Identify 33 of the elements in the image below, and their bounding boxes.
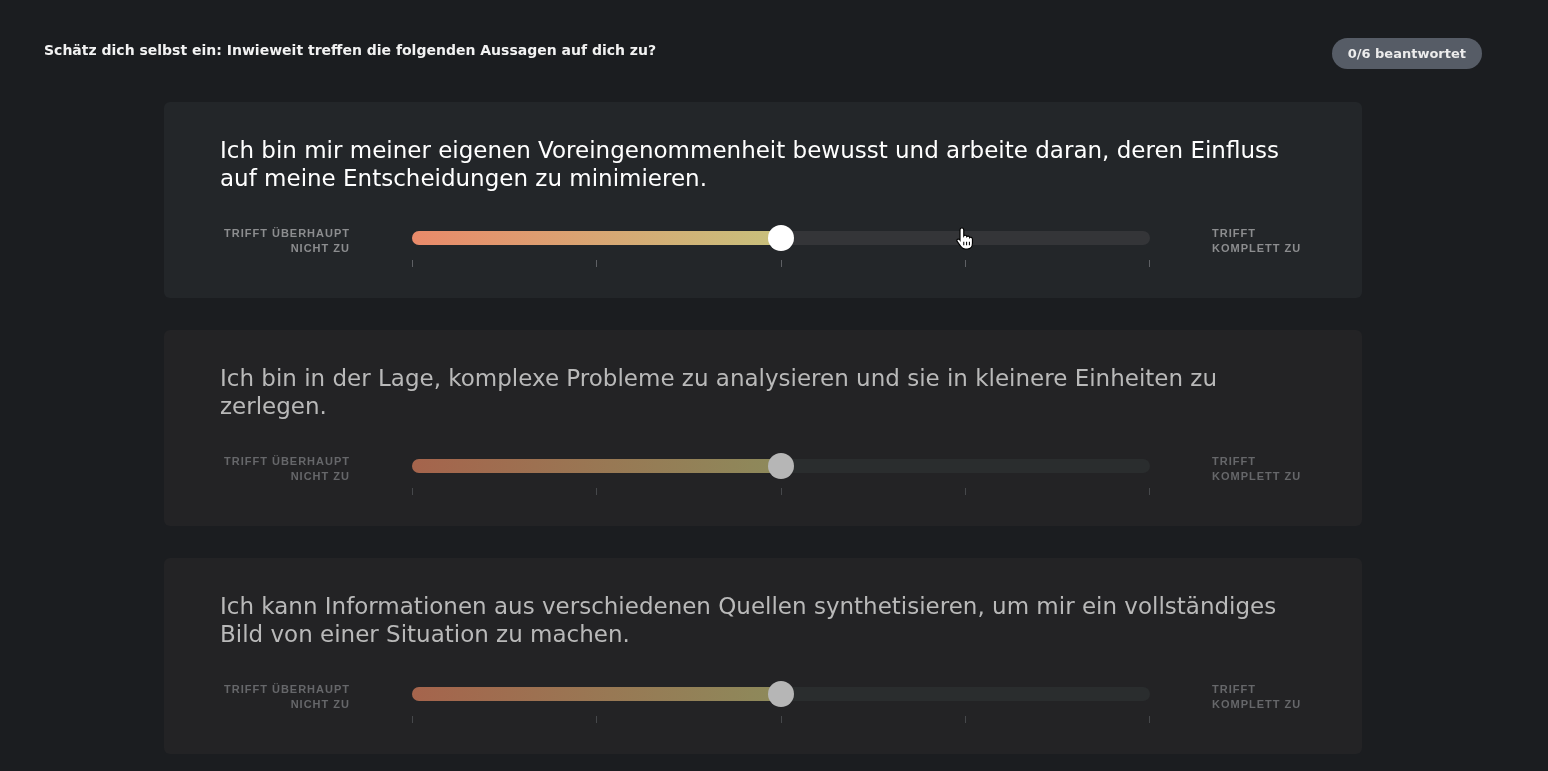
tick-mark [964,260,966,267]
scale-max-label: TRIFFT KOMPLETT ZU [1212,682,1303,712]
tick-mark [412,260,413,267]
tick-mark [1149,488,1150,495]
tick-mark [780,716,782,723]
tick-mark [412,716,413,723]
tick-mark [1149,260,1150,267]
progress-badge: 0/6 beantwortet [1331,38,1482,69]
tick-mark [964,488,966,495]
tick-mark [596,488,598,495]
slider-track[interactable] [412,453,1150,479]
scale-min-label: TRIFFT ÜBERHAUPT NICHT ZU [223,682,350,712]
tick-mark [412,488,413,495]
question-text: Ich kann Informationen aus verschiedenen Quellen synthetisieren, um mir ein vollständiges Bild von einer Situation zu machen. [220,592,1278,648]
scale-max-label: TRIFFT KOMPLETT ZU [1212,226,1303,256]
scale-max-label: TRIFFT KOMPLETT ZU [1212,454,1303,484]
slider-thumb[interactable] [768,453,794,479]
tick-mark [596,716,598,723]
slider-track[interactable] [412,681,1150,707]
page-title: Schätz dich selbst ein: Inwieweit treffen die folgenden Aussagen auf dich zu? [44,41,657,60]
tick-mark [596,260,598,267]
scale-min-label: TRIFFT ÜBERHAUPT NICHT ZU [223,454,350,484]
hand-cursor-icon [955,227,974,250]
scale-min-label: TRIFFT ÜBERHAUPT NICHT ZU [223,226,350,256]
tick-mark [780,488,782,495]
tick-mark [780,260,782,267]
slider-thumb[interactable] [768,681,794,707]
slider-thumb[interactable] [768,225,794,251]
tick-mark [964,716,966,723]
question-text: Ich bin mir meiner eigenen Voreingenommenheit bewusst und arbeite daran, deren Einfluss auf meine Entscheidungen zu minimieren. [220,136,1280,192]
tick-mark [1149,716,1150,723]
question-text: Ich bin in der Lage, komplexe Probleme zu analysieren und sie in kleinere Einheiten zu zerlegen. [220,364,1218,420]
slider-track[interactable] [412,225,1150,251]
